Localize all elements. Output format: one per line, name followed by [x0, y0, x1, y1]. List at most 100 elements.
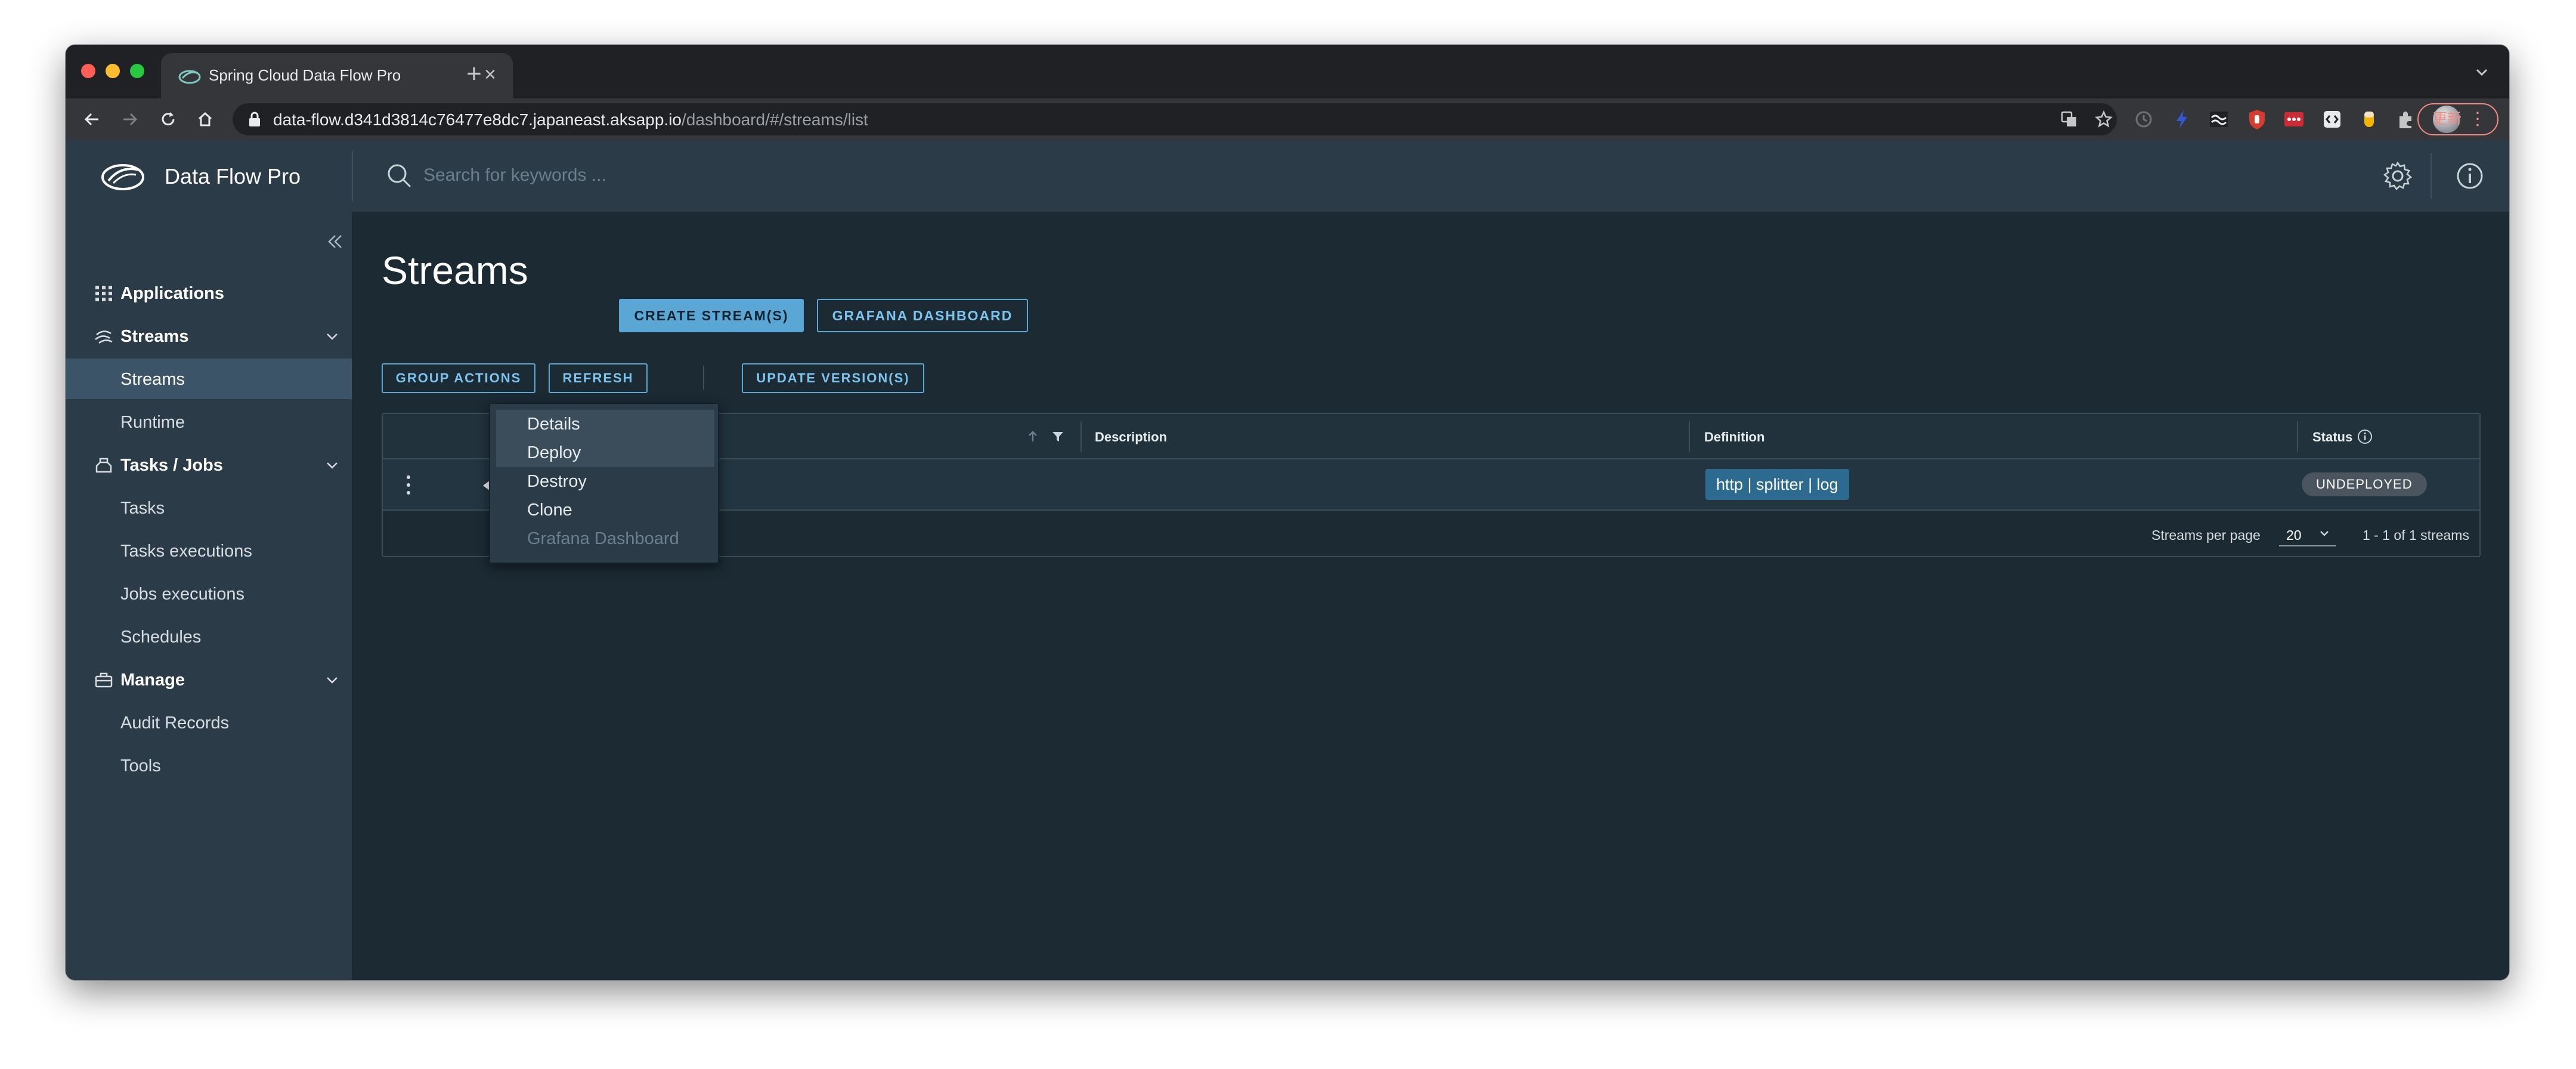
sidebar-item-label: Tools [120, 756, 161, 776]
spring-logo-icon[interactable] [100, 159, 145, 193]
minimize-window-button[interactable] [106, 64, 120, 78]
column-divider [1689, 421, 1690, 452]
main-content: Streams CREATE STREAM(S) GRAFANA DASHBOA… [352, 212, 2509, 980]
browser-update-button[interactable]: 更新 ⋮ [2417, 103, 2498, 135]
column-header-definition[interactable]: Definition [1704, 430, 1764, 445]
tab-strip: Spring Cloud Data Flow Pro × + [66, 45, 2509, 98]
column-header-description[interactable]: Description [1095, 430, 1167, 445]
tasks-icon [95, 458, 112, 473]
sidebar-item-tasks-executions[interactable]: Tasks executions [66, 530, 352, 571]
sidebar-section-label: Streams [120, 327, 189, 346]
menu-dots-icon: ⋮ [2469, 109, 2487, 129]
per-page-value: 20 [2286, 527, 2302, 543]
close-window-button[interactable] [81, 64, 95, 78]
sidebar-section-manage[interactable]: Manage [66, 659, 352, 700]
pagination-range: 1 - 1 of 1 streams [2363, 527, 2469, 543]
url-text[interactable]: data-flow.d341d3814c76477e8dc7.japaneast… [273, 110, 868, 129]
menu-item-grafana-dashboard: Grafana Dashboard [527, 529, 679, 548]
code-extension-icon[interactable] [2320, 107, 2345, 132]
sidebar-item-audit-records[interactable]: Audit Records [66, 702, 352, 743]
menu-item-destroy[interactable]: Destroy [496, 467, 714, 496]
sidebar-section-streams[interactable]: Streams [66, 316, 352, 356]
sidebar-item-jobs-executions[interactable]: Jobs executions [66, 573, 352, 614]
sidebar-section-label: Applications [120, 284, 225, 303]
forward-icon[interactable] [117, 106, 143, 132]
menu-item-clone[interactable]: Clone [496, 496, 714, 524]
sidebar-item-tools[interactable]: Tools [66, 745, 352, 786]
status-badge: UNDEPLOYED [2302, 472, 2427, 496]
info-icon[interactable] [2357, 428, 2373, 445]
sidebar-item-label: Streams [120, 370, 185, 389]
star-icon[interactable] [2092, 107, 2116, 131]
row-actions-icon[interactable] [404, 472, 413, 498]
app-header: Data Flow Pro [66, 140, 2509, 212]
ublock-extension-icon[interactable] [2244, 107, 2270, 132]
honey-extension-icon[interactable] [2357, 107, 2382, 132]
column-divider [2297, 421, 2298, 452]
menu-item-details[interactable]: Details [496, 410, 714, 438]
url-host: data-flow.d341d3814c76477e8dc7.japaneast… [273, 110, 682, 129]
filter-icon[interactable] [1051, 430, 1065, 444]
sort-ascending-icon[interactable] [1027, 430, 1039, 444]
lock-icon[interactable] [248, 112, 261, 127]
chevron-down-icon[interactable] [323, 328, 341, 345]
create-stream-button[interactable]: CREATE STREAM(S) [619, 299, 804, 332]
streams-icon [95, 330, 113, 344]
per-page-select[interactable]: 20 [2279, 523, 2336, 546]
menu-item-deploy[interactable]: Deploy [496, 438, 714, 467]
translate-icon[interactable] [2057, 107, 2081, 131]
extensions-icon[interactable] [2394, 107, 2419, 132]
chevron-down-icon[interactable] [323, 456, 341, 474]
address-bar[interactable]: data-flow.d341d3814c76477e8dc7.japaneast… [233, 103, 2117, 135]
refresh-button[interactable]: REFRESH [549, 363, 648, 393]
app-title[interactable]: Data Flow Pro [165, 164, 301, 189]
group-actions-button[interactable]: GROUP ACTIONS [382, 363, 535, 393]
search-icon [388, 164, 411, 188]
toolbar-divider [703, 366, 704, 390]
chevron-down-icon [2320, 531, 2329, 536]
clock-extension-icon[interactable] [2131, 107, 2156, 132]
info-icon[interactable] [2454, 160, 2485, 191]
sidebar-section-label: Tasks / Jobs [120, 456, 223, 475]
sidebar-item-label: Schedules [120, 628, 202, 647]
sidebar-item-schedules[interactable]: Schedules [66, 616, 352, 657]
bolt-extension-icon[interactable] [2169, 107, 2194, 132]
sidebar-item-label: Tasks [120, 499, 165, 518]
sidebar-item-streams[interactable]: Streams [66, 359, 352, 399]
browser-window: Spring Cloud Data Flow Pro × + data-flow… [66, 45, 2509, 980]
row-context-menu: Details Deploy Destroy Clone Grafana Das… [489, 403, 719, 564]
spring-favicon-icon [178, 70, 201, 84]
tilde-extension-icon[interactable] [2206, 107, 2231, 132]
maximize-window-button[interactable] [130, 64, 144, 78]
update-versions-button[interactable]: UPDATE VERSION(S) [742, 363, 924, 393]
grid-icon [95, 286, 112, 301]
sidebar-item-label: Tasks executions [120, 542, 252, 561]
column-divider [1080, 421, 1082, 452]
tab-title: Spring Cloud Data Flow Pro [209, 66, 401, 84]
reload-icon[interactable] [155, 106, 181, 132]
per-page-label: Streams per page [2151, 527, 2261, 543]
update-label: 更新 [2433, 111, 2462, 127]
back-icon[interactable] [79, 106, 105, 132]
sidebar-section-label: Manage [120, 671, 185, 690]
stream-definition[interactable]: http | splitter | log [1705, 469, 1849, 500]
sidebar-section-tasks-jobs[interactable]: Tasks / Jobs [66, 444, 352, 485]
search-input[interactable] [423, 160, 960, 190]
lastpass-extension-icon[interactable] [2281, 107, 2306, 132]
sidebar-item-applications[interactable]: Applications [66, 273, 352, 313]
gear-icon[interactable] [2382, 160, 2413, 191]
home-icon[interactable] [192, 106, 218, 132]
sidebar-item-label: Runtime [120, 413, 185, 432]
grafana-dashboard-button[interactable]: GRAFANA DASHBOARD [817, 299, 1028, 332]
sidebar: Applications Streams Streams Runtime Tas… [66, 212, 352, 980]
chevron-down-icon[interactable] [323, 671, 341, 689]
sidebar-item-tasks[interactable]: Tasks [66, 487, 352, 528]
column-header-status[interactable]: Status [2312, 430, 2352, 445]
chevron-down-icon[interactable] [2470, 60, 2494, 84]
sidebar-item-label: Audit Records [120, 713, 230, 733]
collapse-sidebar-icon[interactable] [323, 230, 347, 254]
header-divider [352, 151, 353, 201]
page-title: Streams [382, 248, 528, 292]
new-tab-button[interactable]: + [459, 59, 489, 89]
sidebar-item-runtime[interactable]: Runtime [66, 401, 352, 442]
